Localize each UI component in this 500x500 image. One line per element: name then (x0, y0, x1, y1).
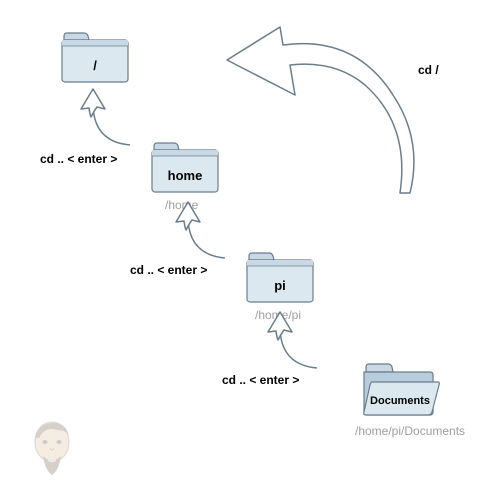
open-folder-icon (360, 360, 440, 420)
folder-documents: Documents (360, 360, 440, 420)
cmd-up-3: cd .. < enter > (222, 373, 299, 387)
folder-documents-label: Documents (360, 395, 440, 407)
folder-root: / (60, 30, 130, 85)
folder-pi-label: pi (245, 278, 315, 293)
avatar (25, 420, 80, 490)
cmd-up-1: cd .. < enter > (40, 152, 117, 166)
arrow-big-to-root (225, 25, 425, 200)
cmd-root: cd / (418, 63, 439, 77)
folder-documents-path: /home/pi/Documents (355, 424, 465, 438)
folder-pi: pi (245, 250, 315, 305)
arrow-pi-to-home (170, 200, 240, 262)
folder-home-label: home (150, 168, 220, 183)
cmd-up-2: cd .. < enter > (130, 263, 207, 277)
folder-root-label: / (60, 58, 130, 73)
arrow-docs-to-pi (262, 310, 332, 372)
folder-home: home (150, 140, 220, 195)
arrow-home-to-root (75, 87, 145, 149)
